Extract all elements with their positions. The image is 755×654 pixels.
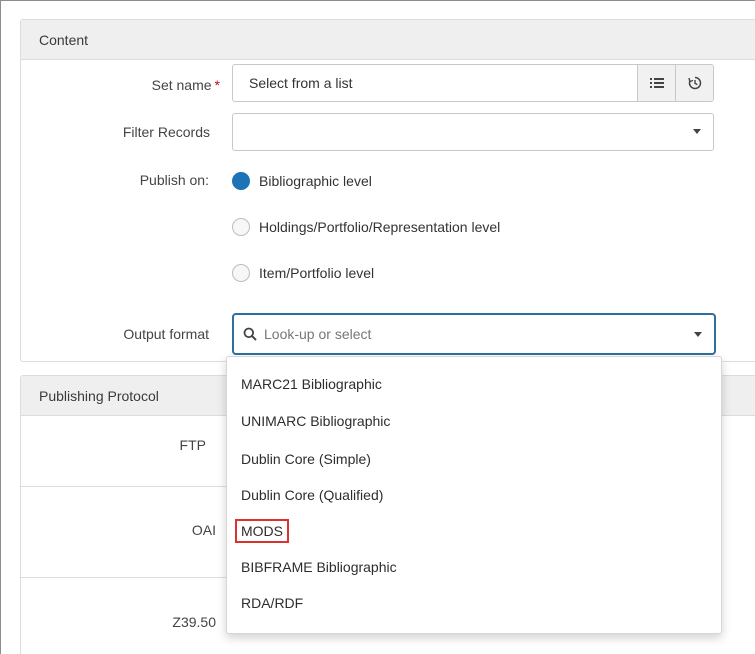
set-name-field[interactable]: Select from a list xyxy=(232,64,714,102)
protocol-oai-label: OAI xyxy=(191,522,216,538)
output-format-placeholder: Look-up or select xyxy=(264,326,372,342)
dropdown-option-unimarc[interactable]: UNIMARC Bibliographic xyxy=(241,413,390,429)
radio-label: Item/Portfolio level xyxy=(259,265,375,281)
list-icon xyxy=(649,78,664,88)
required-mark: * xyxy=(214,77,220,93)
output-format-dropdown: MARC21 Bibliographic UNIMARC Bibliograph… xyxy=(226,356,722,634)
search-icon xyxy=(243,327,257,341)
radio-indicator xyxy=(232,218,250,236)
dropdown-option-rda-rdf[interactable]: RDA/RDF xyxy=(241,595,303,611)
radio-holdings-level[interactable]: Holdings/Portfolio/Representation level xyxy=(232,218,500,236)
output-format-select[interactable]: Look-up or select xyxy=(232,313,716,355)
publish-on-label: Publish on: xyxy=(139,172,209,188)
set-name-label: Set name * xyxy=(100,77,220,93)
caret-down-icon xyxy=(693,129,701,134)
history-button[interactable] xyxy=(675,65,713,101)
radio-label: Bibliographic level xyxy=(259,173,372,189)
set-name-value: Select from a list xyxy=(249,75,353,91)
list-select-button[interactable] xyxy=(637,65,675,101)
radio-indicator xyxy=(232,264,250,282)
content-panel-header: Content xyxy=(21,20,755,60)
radio-item-level[interactable]: Item/Portfolio level xyxy=(232,264,374,282)
set-name-label-text: Set name xyxy=(151,77,212,93)
dropdown-option-marc21[interactable]: MARC21 Bibliographic xyxy=(241,376,382,392)
filter-records-label: Filter Records xyxy=(122,124,210,140)
dropdown-option-dublin-core-simple[interactable]: Dublin Core (Simple) xyxy=(241,451,371,467)
radio-label: Holdings/Portfolio/Representation level xyxy=(259,219,501,235)
dropdown-option-bibframe[interactable]: BIBFRAME Bibliographic xyxy=(241,559,397,575)
history-icon xyxy=(687,76,701,90)
radio-selected-indicator xyxy=(232,172,250,190)
dropdown-option-mods[interactable]: MODS xyxy=(235,519,289,543)
radio-bibliographic-level[interactable]: Bibliographic level xyxy=(232,172,372,190)
filter-records-select[interactable] xyxy=(232,113,714,151)
protocol-divider xyxy=(20,486,230,487)
caret-down-icon xyxy=(694,332,702,337)
protocol-z3950-label: Z39.50 xyxy=(172,614,216,630)
protocol-divider xyxy=(20,577,230,578)
output-format-label: Output format xyxy=(123,326,209,342)
dropdown-option-dublin-core-qualified[interactable]: Dublin Core (Qualified) xyxy=(241,487,383,503)
protocol-ftp-label: FTP xyxy=(179,437,206,453)
